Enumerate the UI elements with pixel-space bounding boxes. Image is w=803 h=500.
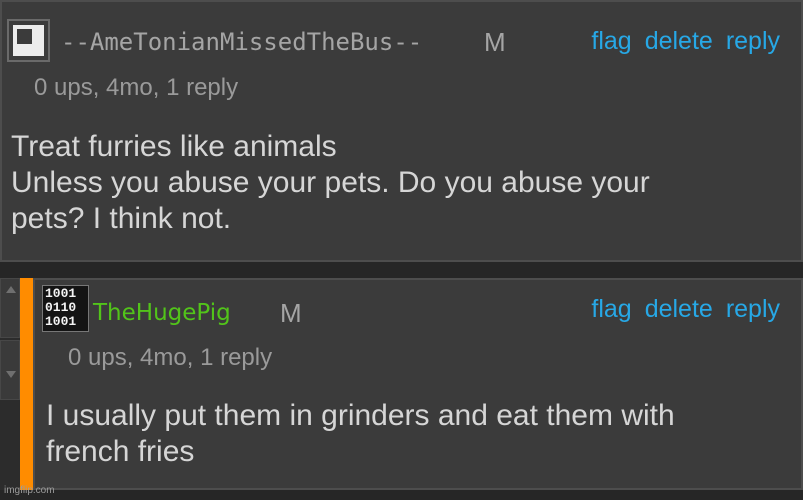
- comment-body-line: Unless you abuse your pets. Do you abuse…: [11, 166, 650, 199]
- comment-body-line: Treat furries like animals: [11, 130, 337, 163]
- chevron-up-icon: [6, 286, 16, 293]
- delete-link[interactable]: delete: [645, 295, 713, 324]
- comment-username[interactable]: TheHugePig: [93, 300, 231, 326]
- comment-actions: flag delete reply: [591, 295, 780, 324]
- delete-link[interactable]: delete: [645, 27, 713, 56]
- comment-body-line: french fries: [46, 435, 195, 468]
- comment-actions: flag delete reply: [591, 27, 780, 56]
- binary-avatar-icon[interactable]: 1001 0110 1001: [42, 285, 89, 332]
- reply-indicator-bar: [20, 278, 33, 490]
- flag-link[interactable]: flag: [591, 295, 631, 324]
- expand-button[interactable]: [0, 340, 20, 400]
- flag-link[interactable]: flag: [591, 27, 631, 56]
- comment-body-line: I usually put them in grinders and eat t…: [46, 399, 675, 432]
- comment-body: Treat furries like animals Unless you ab…: [11, 129, 791, 237]
- reply-gutter: [0, 278, 20, 490]
- comment-meta: 0 ups, 4mo, 1 reply: [68, 344, 273, 371]
- mod-badge: M: [280, 298, 302, 328]
- watermark: imgflip.com: [4, 485, 55, 496]
- mod-badge: M: [484, 27, 506, 57]
- reply-link[interactable]: reply: [726, 295, 780, 324]
- reply-link[interactable]: reply: [726, 27, 780, 56]
- comment-body-line: pets? I think not.: [11, 202, 232, 235]
- square-logo-icon[interactable]: [7, 19, 50, 62]
- comment-username[interactable]: --AmeTonianMissedTheBus--: [61, 28, 422, 56]
- comment-body: I usually put them in grinders and eat t…: [46, 398, 786, 470]
- chevron-down-icon: [6, 371, 16, 378]
- avatar-image: [13, 25, 44, 56]
- collapse-button[interactable]: [0, 278, 20, 338]
- comment-1: --AmeTonianMissedTheBus-- M flag delete …: [0, 0, 803, 262]
- comment-meta: 0 ups, 4mo, 1 reply: [34, 74, 239, 101]
- comment-2: 1001 0110 1001 TheHugePig M flag delete …: [33, 278, 803, 490]
- avatar-row: 1001: [45, 314, 77, 329]
- avatar-row: 1001: [45, 286, 77, 301]
- avatar-row: 0110: [45, 300, 77, 315]
